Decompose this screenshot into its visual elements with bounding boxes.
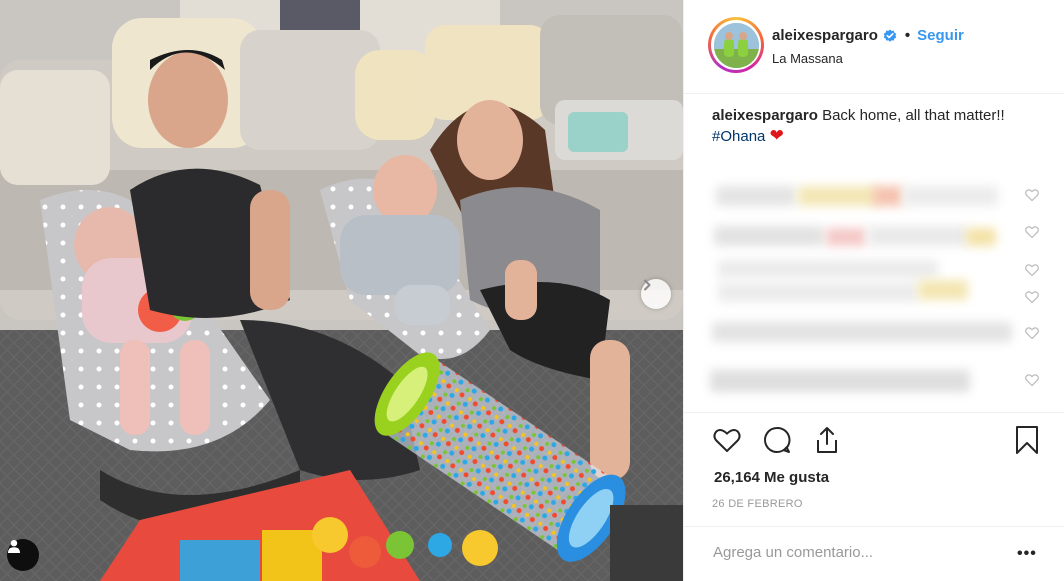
actions-divider: [684, 412, 1064, 413]
family-photo: [0, 0, 683, 581]
comment-item: [708, 318, 1038, 346]
red-heart-emoji: ❤: [769, 126, 784, 145]
post-side-panel: aleixespargaro • Seguir La Massana aleix…: [683, 0, 1064, 581]
post-header: aleixespargaro • Seguir La Massana: [684, 0, 1064, 94]
comment-input[interactable]: [713, 544, 1003, 561]
more-options-button[interactable]: •••: [1017, 545, 1037, 563]
username-row: aleixespargaro • Seguir: [772, 27, 964, 44]
chevron-right-icon: [644, 279, 651, 291]
post-date[interactable]: 26 DE FEBRERO: [712, 498, 803, 510]
verified-badge-icon: [883, 29, 897, 42]
heart-icon[interactable]: [712, 425, 742, 455]
comment-heart-icon[interactable]: [1025, 373, 1039, 387]
tagged-users-button[interactable]: [7, 539, 39, 571]
caption-username[interactable]: aleixespargaro: [712, 107, 818, 124]
bookmark-icon[interactable]: [1012, 425, 1042, 455]
comment-heart-icon[interactable]: [1025, 326, 1039, 340]
username-link[interactable]: aleixespargaro: [772, 27, 878, 44]
separator-dot: •: [904, 27, 911, 44]
caption-text: Back home, all that matter!!: [822, 107, 1005, 124]
avatar-picture: [713, 22, 759, 68]
share-icon[interactable]: [812, 425, 842, 455]
avatar-border: [711, 20, 761, 70]
avatar[interactable]: [708, 17, 764, 73]
likes-count[interactable]: 26,164 Me gusta: [714, 469, 829, 486]
comment-heart-icon[interactable]: [1025, 225, 1039, 239]
post-caption: aleixespargaro Back home, all that matte…: [712, 106, 1042, 147]
comment-item: [708, 182, 1038, 210]
avatar-image: [713, 22, 759, 68]
next-photo-button[interactable]: [641, 279, 671, 309]
comment-item: [708, 222, 1038, 250]
add-comment-section: •••: [684, 526, 1064, 581]
comment-heart-icon[interactable]: [1025, 290, 1039, 304]
comment-heart-icon[interactable]: [1025, 263, 1039, 277]
post-photo[interactable]: [0, 0, 683, 581]
caption-hashtag[interactable]: #Ohana: [712, 128, 765, 145]
comment-bubble-icon[interactable]: [762, 425, 792, 455]
user-tag-icon: [8, 540, 20, 553]
comment-heart-icon[interactable]: [1025, 188, 1039, 202]
follow-button[interactable]: Seguir: [917, 27, 964, 44]
comment-item: [708, 366, 1038, 394]
comment-item: [708, 278, 1038, 306]
location-link[interactable]: La Massana: [772, 51, 843, 66]
